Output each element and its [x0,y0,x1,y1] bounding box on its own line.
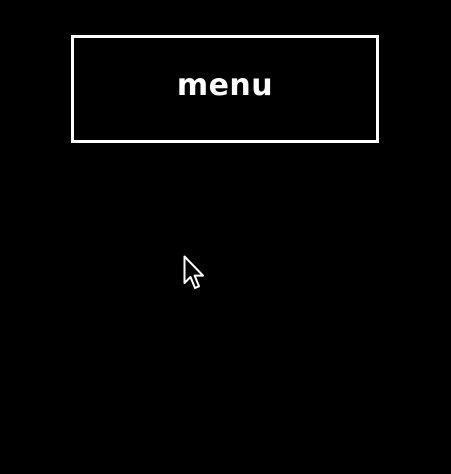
menu-button-label: menu [176,67,274,103]
menu-button[interactable]: menu [71,35,379,143]
mouse-cursor-icon [183,255,204,289]
